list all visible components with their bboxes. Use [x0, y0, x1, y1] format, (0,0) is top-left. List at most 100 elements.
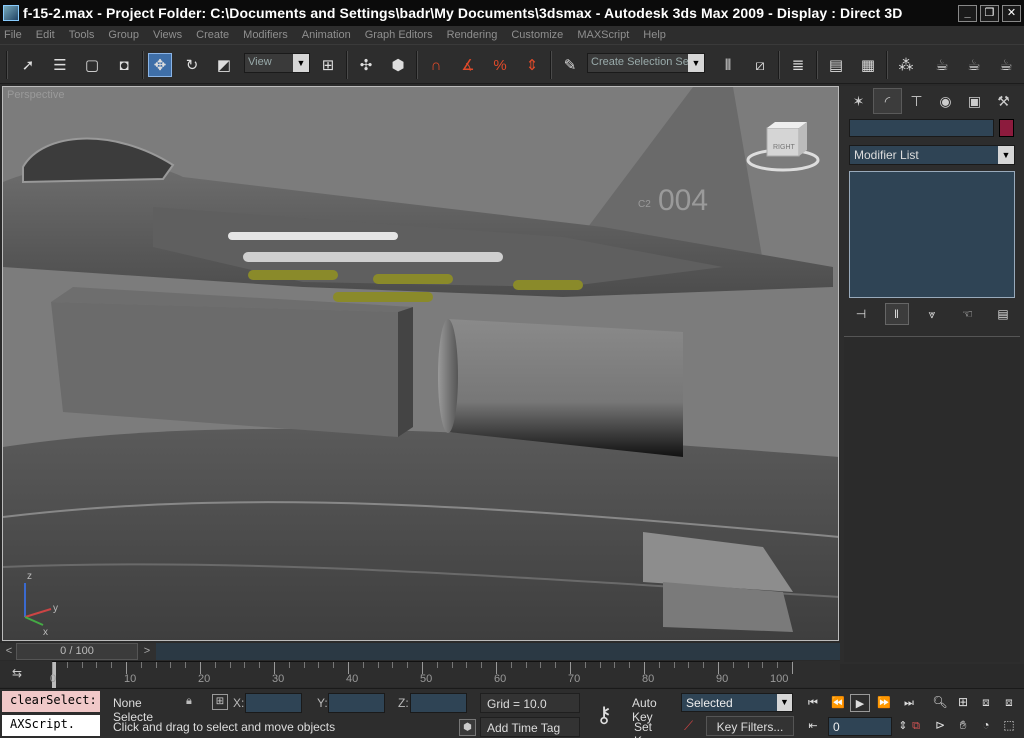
grid-spacing: Grid = 10.0 — [480, 693, 580, 713]
curve-editor-icon[interactable]: ▤ — [824, 53, 848, 77]
pivot-center-icon[interactable]: ⊞ — [316, 53, 340, 77]
time-tag-icon[interactable]: ⬢ — [459, 719, 476, 736]
time-configuration-icon[interactable]: ⧉ — [906, 717, 926, 735]
edit-named-selection-icon[interactable]: ✎ — [558, 53, 582, 77]
render-setup-icon[interactable]: ☕ — [930, 53, 954, 77]
hierarchy-panel-icon[interactable]: ⊤ — [902, 88, 931, 114]
pan-view-icon[interactable]: ✋︎ — [953, 715, 973, 735]
menu-views[interactable]: Views — [153, 29, 182, 41]
configure-modifier-sets-icon[interactable]: ▤ — [991, 303, 1015, 325]
rectangular-selection-icon[interactable]: ▢ — [80, 53, 104, 77]
viewport-label[interactable]: Perspective — [7, 89, 64, 101]
absolute-mode-icon[interactable]: ⊞ — [212, 694, 228, 710]
create-panel-icon[interactable]: ✶ — [844, 88, 873, 114]
time-slider-next[interactable]: > — [140, 643, 154, 660]
mirror-icon[interactable]: ⫴ — [716, 53, 740, 77]
remove-modifier-icon[interactable]: ☜ — [956, 303, 980, 325]
x-coordinate-field[interactable] — [245, 693, 302, 713]
modify-panel-icon[interactable]: ◜ — [873, 88, 902, 114]
menu-graph-editors[interactable]: Graph Editors — [365, 29, 433, 41]
z-coordinate-field[interactable] — [410, 693, 467, 713]
current-frame-field[interactable]: 0 — [828, 717, 892, 736]
time-slider-track[interactable] — [156, 643, 840, 660]
maxscript-listener-output[interactable]: clearSelect: — [2, 691, 100, 712]
select-and-scale-icon[interactable]: ◩ — [212, 53, 236, 77]
menu-rendering[interactable]: Rendering — [447, 29, 498, 41]
select-by-name-icon[interactable]: ☰ — [48, 53, 72, 77]
select-and-rotate-icon[interactable]: ↻ — [180, 53, 204, 77]
previous-frame-icon[interactable]: ⏪ — [828, 694, 848, 712]
select-and-move-icon[interactable]: ✥ — [148, 53, 172, 77]
window-crossing-icon[interactable]: ◘ — [112, 53, 136, 77]
zoom-extents-icon[interactable]: ⧈ — [976, 692, 996, 712]
modifier-stack[interactable] — [849, 171, 1015, 298]
motion-panel-icon[interactable]: ◉ — [931, 88, 960, 114]
key-mode-toggle-icon[interactable]: ⇤ — [803, 717, 823, 735]
lock-icon[interactable]: 🔒︎ — [186, 695, 200, 709]
menu-modifiers[interactable]: Modifiers — [243, 29, 288, 41]
perspective-viewport[interactable]: 004 C2 z y x RIGHT Perspective — [2, 86, 839, 641]
snaps-toggle-icon[interactable]: ∩ — [424, 53, 448, 77]
angle-snap-icon[interactable]: ∡ — [456, 53, 480, 77]
menu-animation[interactable]: Animation — [302, 29, 351, 41]
select-manipulate-icon[interactable]: ✣ — [354, 53, 378, 77]
app-icon[interactable] — [3, 5, 19, 21]
go-to-start-icon[interactable]: ⏮ — [803, 694, 823, 712]
trackbar-ruler[interactable]: 0 10 20 30 40 50 60 70 80 90 100 — [50, 661, 793, 688]
trackbar-label: 40 — [346, 673, 359, 685]
set-keys-key-icon[interactable]: ⚷ — [584, 695, 624, 735]
menu-tools[interactable]: Tools — [69, 29, 95, 41]
y-coordinate-field[interactable] — [328, 693, 385, 713]
next-frame-icon[interactable]: ⏩ — [874, 694, 894, 712]
reference-coordinate-dropdown[interactable]: View ▼ — [244, 53, 310, 73]
default-in-out-tangents-icon[interactable]: ⟋ — [684, 718, 702, 736]
zoom-extents-all-icon[interactable]: ⧈ — [999, 692, 1019, 712]
keyboard-shortcut-override-icon[interactable]: ⬢ — [386, 53, 410, 77]
named-selection-dropdown[interactable]: Create Selection Set ▼ — [587, 53, 705, 73]
minimize-button[interactable]: _ — [958, 4, 977, 22]
play-icon[interactable]: ▶ — [850, 694, 870, 712]
restore-button[interactable]: ❐ — [980, 4, 999, 22]
mini-curve-editor-icon[interactable]: ⇆ — [12, 666, 32, 682]
auto-key-button[interactable]: Auto Key — [628, 693, 678, 724]
spinner-snap-icon[interactable]: ⇕ — [520, 53, 544, 77]
layer-manager-icon[interactable]: ≣ — [786, 53, 810, 77]
zoom-icon[interactable]: 🔍︎ — [930, 692, 950, 712]
object-name-field[interactable] — [849, 119, 994, 137]
menu-customize[interactable]: Customize — [511, 29, 563, 41]
menu-group[interactable]: Group — [108, 29, 139, 41]
select-object-icon[interactable]: ➚ — [16, 53, 40, 77]
maximize-viewport-icon[interactable]: ⬚ — [999, 715, 1019, 735]
menu-maxscript[interactable]: MAXScript — [577, 29, 629, 41]
material-editor-icon[interactable]: ⁂ — [894, 53, 918, 77]
go-to-end-icon[interactable]: ⏭ — [899, 694, 919, 712]
field-of-view-icon[interactable]: ⊳ — [930, 715, 950, 735]
rendered-frame-window-icon[interactable]: ☕ — [962, 53, 986, 77]
close-button[interactable]: ✕ — [1002, 4, 1021, 22]
align-icon[interactable]: ⧄ — [748, 53, 772, 77]
menu-file[interactable]: File — [4, 29, 22, 41]
modifier-list-dropdown[interactable]: Modifier List ▼ — [849, 145, 1015, 165]
orbit-icon[interactable]: ◔ — [976, 715, 996, 735]
trackbar-tick — [451, 662, 453, 668]
menu-edit[interactable]: Edit — [36, 29, 55, 41]
zoom-all-icon[interactable]: ⊞ — [953, 692, 973, 712]
menu-create[interactable]: Create — [196, 29, 229, 41]
quick-render-icon[interactable]: ☕ — [994, 53, 1018, 77]
show-end-result-icon[interactable]: ‖ — [884, 303, 909, 325]
key-mode-dropdown[interactable]: Selected ▼ — [681, 693, 793, 712]
maxscript-listener-input[interactable]: AXScript. — [2, 715, 100, 736]
schematic-view-icon[interactable]: ▦ — [856, 53, 880, 77]
add-time-tag-button[interactable]: Add Time Tag — [480, 717, 580, 737]
utilities-panel-icon[interactable]: ⚒ — [989, 88, 1018, 114]
object-color-swatch[interactable] — [999, 119, 1014, 137]
menu-help[interactable]: Help — [643, 29, 666, 41]
time-slider-thumb[interactable]: 0 / 100 — [16, 643, 138, 660]
key-filters-button[interactable]: Key Filters... — [706, 716, 794, 736]
time-slider-prev[interactable]: < — [2, 643, 16, 660]
percent-snap-icon[interactable]: % — [488, 53, 512, 77]
make-unique-icon[interactable]: ⩔ — [920, 303, 944, 325]
pin-stack-icon[interactable]: ⊣ — [849, 303, 873, 325]
display-panel-icon[interactable]: ▣ — [960, 88, 989, 114]
set-key-button[interactable]: Set Key — [628, 717, 678, 738]
